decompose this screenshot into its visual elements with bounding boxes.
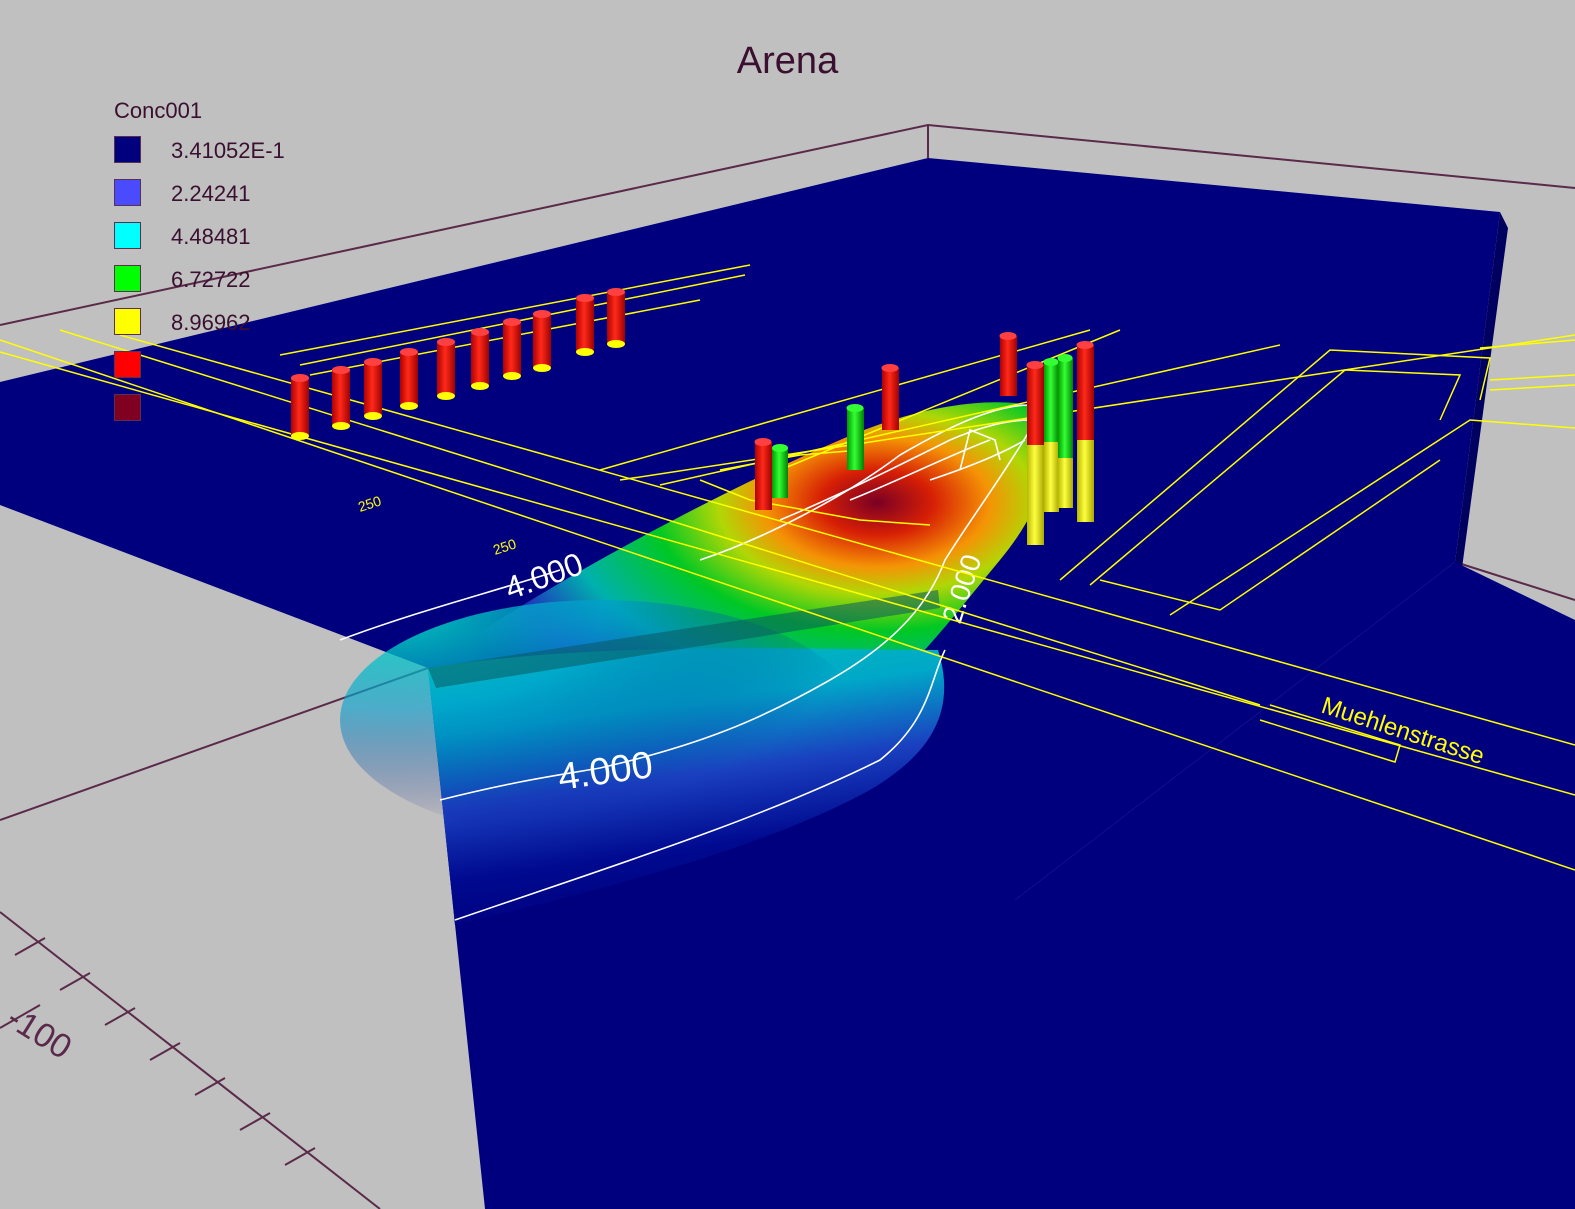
well [332, 366, 350, 430]
well [291, 374, 309, 440]
well [437, 338, 455, 400]
legend-swatch [114, 179, 141, 206]
well [533, 310, 551, 372]
axis-tick-label: -100 [0, 999, 78, 1067]
legend-label: 4.48481 [171, 224, 251, 249]
legend-swatch [114, 394, 141, 421]
legend-item: 6.72722 [114, 259, 251, 302]
legend-item [114, 345, 202, 388]
well [364, 358, 382, 420]
well [471, 328, 489, 390]
well [881, 364, 899, 430]
well [576, 294, 594, 356]
legend-title: Conc001 [114, 98, 203, 123]
legend-item: 2.24241 [114, 173, 251, 216]
legend-swatch [114, 351, 141, 378]
legend-swatch [114, 136, 141, 163]
well [607, 288, 625, 348]
well [1043, 358, 1059, 512]
well [846, 404, 864, 470]
legend-label: 2.24241 [171, 181, 251, 206]
legend-swatch [114, 222, 141, 249]
chart-title: Arena [736, 40, 839, 82]
well [999, 332, 1017, 396]
legend-label: 8.96962 [171, 310, 251, 335]
legend-label: 3.41052E-1 [171, 138, 285, 163]
legend-item [114, 388, 202, 431]
legend-item: 4.48481 [114, 216, 251, 259]
well [503, 318, 521, 380]
well [772, 444, 788, 498]
well [1026, 361, 1044, 545]
legend-item: 8.96962 [114, 302, 251, 345]
well [1076, 341, 1094, 522]
legend-item: 3.41052E-1 [114, 130, 285, 173]
legend: Conc001 3.41052E-1 2.24241 4.48481 6.72722 8… [114, 98, 285, 431]
legend-swatch [114, 265, 141, 292]
well [754, 438, 772, 510]
legend-swatch [114, 308, 141, 335]
well [400, 348, 418, 410]
legend-label: 6.72722 [171, 267, 251, 292]
well [1057, 354, 1073, 508]
